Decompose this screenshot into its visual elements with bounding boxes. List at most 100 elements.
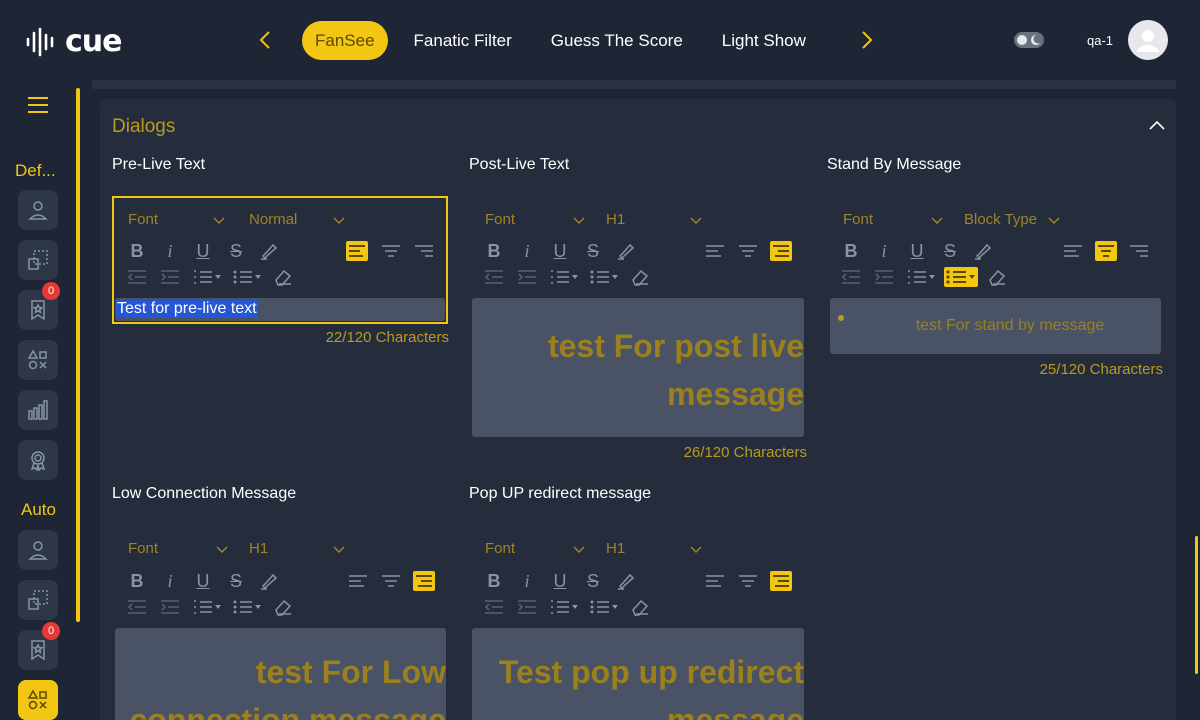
cue-logo[interactable]: cue (25, 24, 122, 59)
ordered-list-icon[interactable] (192, 597, 222, 617)
outdent-icon[interactable] (126, 267, 148, 287)
block-type-dropdown[interactable]: H1 (606, 540, 625, 557)
sidebar-item-stats[interactable] (18, 390, 58, 430)
bold-icon[interactable]: B (126, 571, 148, 591)
tab-guess-the-score[interactable]: Guess The Score (538, 21, 696, 60)
underline-icon[interactable]: U (549, 571, 571, 591)
sidebar-item-games[interactable] (18, 340, 58, 380)
sidebar-item-rewards[interactable]: 0 (18, 282, 60, 330)
indent-icon[interactable] (159, 267, 181, 287)
pop-up-content[interactable]: Test pop up redirect message (472, 628, 804, 720)
align-right-icon[interactable] (413, 571, 435, 591)
highlighter-icon[interactable] (972, 241, 994, 261)
block-type-dropdown[interactable]: H1 (606, 211, 625, 228)
user-name[interactable]: qa-1 (1087, 33, 1113, 48)
bullet-list-icon[interactable] (589, 267, 619, 287)
bullet-list-icon[interactable] (944, 267, 978, 287)
highlighter-icon[interactable] (615, 571, 637, 591)
outdent-icon[interactable] (840, 267, 862, 287)
sidebar-item-auto-select[interactable] (18, 580, 58, 620)
italic-icon[interactable]: i (159, 571, 181, 591)
align-center-icon[interactable] (380, 241, 402, 261)
align-left-icon[interactable] (346, 241, 368, 261)
italic-icon[interactable]: i (516, 241, 538, 261)
sidebar-item-awards[interactable] (18, 440, 58, 480)
eraser-icon[interactable] (629, 597, 651, 617)
italic-icon[interactable]: i (516, 571, 538, 591)
menu-icon[interactable] (28, 95, 48, 115)
align-left-icon[interactable] (1062, 241, 1084, 261)
outdent-icon[interactable] (126, 597, 148, 617)
align-center-icon[interactable] (380, 571, 402, 591)
font-dropdown[interactable]: Font (128, 540, 158, 557)
bold-icon[interactable]: B (840, 241, 862, 261)
font-dropdown[interactable]: Font (485, 211, 515, 228)
italic-icon[interactable]: i (159, 241, 181, 261)
outdent-icon[interactable] (483, 597, 505, 617)
block-type-dropdown[interactable]: Normal (249, 211, 297, 228)
strikethrough-icon[interactable]: S (582, 241, 604, 261)
strikethrough-icon[interactable]: S (939, 241, 961, 261)
block-type-dropdown[interactable]: H1 (249, 540, 268, 557)
strikethrough-icon[interactable]: S (225, 571, 247, 591)
main-scrollbar[interactable] (1195, 536, 1198, 674)
ordered-list-icon[interactable] (192, 267, 222, 287)
sidebar-item-auto-user[interactable] (18, 530, 58, 570)
sidebar-item-user[interactable] (18, 190, 58, 230)
align-center-icon[interactable] (737, 241, 759, 261)
eraser-icon[interactable] (629, 267, 651, 287)
ordered-list-icon[interactable] (549, 267, 579, 287)
ordered-list-icon[interactable] (549, 597, 579, 617)
block-type-dropdown[interactable]: Block Type (964, 211, 1037, 228)
sidebar-item-auto-games[interactable] (18, 680, 58, 720)
align-right-icon[interactable] (770, 571, 792, 591)
bold-icon[interactable]: B (126, 241, 148, 261)
sidebar-section-default[interactable]: Def... (15, 161, 56, 181)
font-dropdown[interactable]: Font (843, 211, 873, 228)
italic-icon[interactable]: i (873, 241, 895, 261)
tab-light-show[interactable]: Light Show (709, 21, 819, 60)
align-left-icon[interactable] (347, 571, 369, 591)
tab-fanatic-filter[interactable]: Fanatic Filter (401, 21, 525, 60)
underline-icon[interactable]: U (549, 241, 571, 261)
font-dropdown[interactable]: Font (128, 211, 158, 228)
align-left-icon[interactable] (704, 571, 726, 591)
chevron-up-icon[interactable] (1148, 118, 1166, 132)
strikethrough-icon[interactable]: S (225, 241, 247, 261)
bold-icon[interactable]: B (483, 571, 505, 591)
underline-icon[interactable]: U (192, 241, 214, 261)
align-right-icon[interactable] (770, 241, 792, 261)
pre-live-content[interactable]: Test for pre-live text (115, 298, 445, 321)
indent-icon[interactable] (516, 267, 538, 287)
outdent-icon[interactable] (483, 267, 505, 287)
align-center-icon[interactable] (1095, 241, 1117, 261)
align-right-icon[interactable] (1128, 241, 1150, 261)
align-right-icon[interactable] (413, 241, 435, 261)
align-left-icon[interactable] (704, 241, 726, 261)
eraser-icon[interactable] (986, 267, 1008, 287)
sidebar-section-auto[interactable]: Auto (21, 500, 56, 520)
post-live-content[interactable]: test For post live message (472, 298, 804, 437)
underline-icon[interactable]: U (192, 571, 214, 591)
low-connection-content[interactable]: test For Low connection message (115, 628, 446, 720)
nav-prev-icon[interactable] (256, 28, 276, 52)
align-center-icon[interactable] (737, 571, 759, 591)
bullet-list-icon[interactable] (232, 597, 262, 617)
sidebar-item-select[interactable] (18, 240, 58, 280)
font-dropdown[interactable]: Font (485, 540, 515, 557)
bold-icon[interactable]: B (483, 241, 505, 261)
strikethrough-icon[interactable]: S (582, 571, 604, 591)
ordered-list-icon[interactable] (906, 267, 936, 287)
bullet-list-icon[interactable] (589, 597, 619, 617)
stand-by-content[interactable]: test For stand by message (830, 298, 1161, 354)
sidebar-item-auto-rewards[interactable]: 0 (18, 622, 60, 670)
eraser-icon[interactable] (272, 267, 294, 287)
highlighter-icon[interactable] (258, 571, 280, 591)
indent-icon[interactable] (159, 597, 181, 617)
highlighter-icon[interactable] (615, 241, 637, 261)
sidebar-scrollbar[interactable] (76, 88, 80, 622)
indent-icon[interactable] (516, 597, 538, 617)
tab-fansee[interactable]: FanSee (302, 21, 388, 60)
theme-toggle-icon[interactable] (1014, 30, 1044, 50)
avatar[interactable] (1128, 20, 1168, 60)
